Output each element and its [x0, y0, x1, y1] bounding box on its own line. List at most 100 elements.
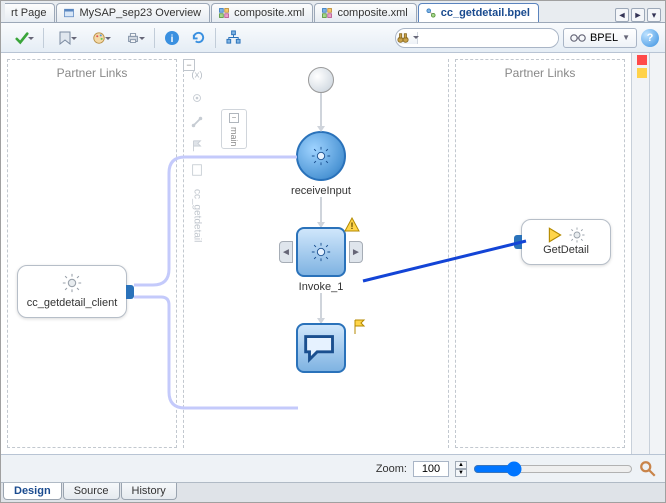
- zoom-label: Zoom:: [376, 463, 407, 475]
- receive-node[interactable]: [296, 131, 346, 181]
- tab-label: MySAP_sep23 Overview: [79, 7, 201, 19]
- flow-connector: [320, 293, 322, 323]
- partner-port: [126, 285, 134, 299]
- info-button[interactable]: i: [161, 27, 183, 49]
- warning-icon: !: [344, 217, 360, 233]
- start-node[interactable]: [308, 67, 334, 93]
- main-pane: Partner Links Partner Links − (x) cc_get…: [1, 53, 665, 454]
- gear-icon: [61, 272, 83, 294]
- tab-label: rt Page: [11, 7, 46, 19]
- warning-marker[interactable]: [637, 68, 647, 78]
- palette-doc-icon[interactable]: [188, 161, 206, 179]
- marker-track[interactable]: [631, 53, 649, 454]
- editor-tab[interactable]: rt Page: [5, 3, 55, 22]
- binoculars-icon: [396, 32, 418, 44]
- zoom-slider[interactable]: [473, 461, 633, 477]
- layout-icon: [226, 30, 241, 45]
- svg-text:i: i: [171, 34, 174, 45]
- scope-label: main: [229, 127, 239, 147]
- reply-node[interactable]: [296, 323, 346, 373]
- gear-icon: [568, 226, 586, 244]
- info-icon: i: [164, 30, 180, 46]
- palette-var-icon[interactable]: (x): [188, 65, 206, 83]
- composite-icon: [218, 7, 230, 19]
- tab-label: cc_getdetail.bpel: [441, 7, 530, 19]
- refresh-icon: [191, 30, 206, 45]
- palette-strip: (x) cc_getdetail: [185, 65, 209, 242]
- gear-icon: [310, 241, 332, 263]
- layout-button[interactable]: [222, 27, 244, 49]
- invoke-node-wrap: ◄ ► !: [296, 227, 346, 277]
- canvas-wrap: Partner Links Partner Links − (x) cc_get…: [1, 53, 631, 454]
- editor-tab[interactable]: composite.xml: [211, 3, 313, 22]
- process-flow: receiveInput ◄ ► ! Invoke_1: [261, 67, 381, 373]
- overview-icon: [63, 7, 75, 19]
- palette-icon: [92, 31, 106, 45]
- main-scope[interactable]: − main: [221, 109, 247, 149]
- invoke-port-out[interactable]: ►: [349, 241, 363, 263]
- view-mode-label: BPEL: [590, 32, 618, 44]
- tab-list-button[interactable]: ▾: [647, 8, 661, 22]
- invoke-port-in[interactable]: ◄: [279, 241, 293, 263]
- palette-vertical-label: cc_getdetail: [192, 189, 203, 242]
- validate-button[interactable]: [7, 27, 37, 49]
- reply-icon: [298, 325, 344, 371]
- palette-gear-icon[interactable]: [188, 89, 206, 107]
- bpel-canvas[interactable]: Partner Links Partner Links − (x) cc_get…: [1, 53, 631, 454]
- partner-link-getdetail-label: GetDetail: [543, 244, 589, 256]
- print-button[interactable]: [118, 27, 148, 49]
- tab-label: composite.xml: [234, 7, 304, 19]
- bottom-tab-source[interactable]: Source: [63, 483, 120, 500]
- gear-icon: [310, 145, 332, 167]
- editor-tab-active[interactable]: cc_getdetail.bpel: [418, 3, 539, 22]
- bookmark-icon: [59, 31, 71, 45]
- tab-next-button[interactable]: ►: [631, 8, 645, 22]
- editor-tab[interactable]: composite.xml: [314, 3, 416, 22]
- partner-link-client-label: cc_getdetail_client: [27, 297, 118, 309]
- invoke-node[interactable]: [296, 227, 346, 277]
- editor-tabstrip: rt Page MySAP_sep23 Overview composite.x…: [1, 1, 665, 23]
- scope-collapse-icon[interactable]: −: [229, 113, 239, 123]
- flag-icon: [352, 319, 368, 335]
- invoke-label: Invoke_1: [299, 281, 344, 293]
- fit-window-icon[interactable]: [639, 460, 657, 478]
- zoom-down-button[interactable]: ▼: [455, 469, 467, 477]
- search-box[interactable]: [395, 28, 559, 48]
- error-marker[interactable]: [637, 55, 647, 65]
- flow-connector: [320, 197, 322, 227]
- help-button[interactable]: ?: [641, 29, 659, 47]
- search-input[interactable]: [418, 32, 558, 44]
- vertical-scrollbar[interactable]: [649, 53, 665, 454]
- zoom-input[interactable]: [413, 461, 449, 477]
- receive-label: receiveInput: [291, 185, 351, 197]
- zoom-spinner: ▲ ▼: [455, 461, 467, 477]
- partner-port: [514, 235, 522, 249]
- glasses-icon: [570, 33, 586, 43]
- svg-text:!: !: [351, 221, 354, 231]
- editor-toolbar: i BPEL ▼ ?: [1, 23, 665, 53]
- view-mode-button[interactable]: BPEL ▼: [563, 28, 637, 48]
- partner-links-right-header: Partner Links: [456, 60, 624, 86]
- zoom-up-button[interactable]: ▲: [455, 461, 467, 469]
- editor-tab[interactable]: MySAP_sep23 Overview: [56, 3, 210, 22]
- svg-text:(x): (x): [191, 70, 202, 81]
- bottom-tab-design[interactable]: Design: [3, 483, 62, 500]
- partner-link-client[interactable]: cc_getdetail_client: [17, 265, 127, 318]
- tab-prev-button[interactable]: ◄: [615, 8, 629, 22]
- refresh-button[interactable]: [187, 27, 209, 49]
- check-icon: [15, 31, 29, 45]
- bookmark-button[interactable]: [50, 27, 80, 49]
- palette-button[interactable]: [84, 27, 114, 49]
- reply-node-wrap: [296, 323, 346, 373]
- play-icon: [546, 226, 564, 244]
- partner-link-getdetail[interactable]: GetDetail: [521, 219, 611, 265]
- composite-icon: [321, 7, 333, 19]
- tab-nav: ◄ ► ▾: [615, 8, 665, 22]
- bottom-tab-history[interactable]: History: [121, 483, 177, 500]
- palette-flag-icon[interactable]: [188, 137, 206, 155]
- partner-links-left-col: Partner Links: [7, 59, 177, 448]
- bpel-icon: [425, 7, 437, 19]
- bottom-tabstrip: Design Source History: [1, 482, 665, 502]
- printer-icon: [126, 31, 140, 45]
- palette-link-icon[interactable]: [188, 113, 206, 131]
